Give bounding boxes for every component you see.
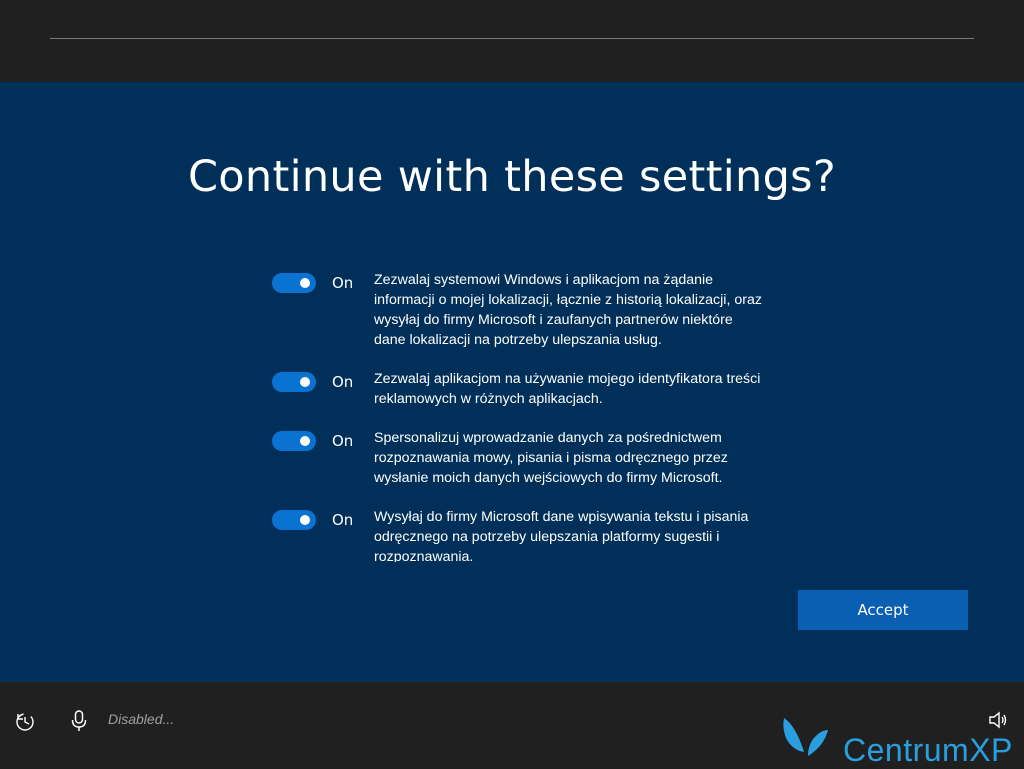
volume-icon[interactable]	[988, 710, 1008, 730]
input-personalization-toggle[interactable]	[272, 431, 316, 451]
typing-data-toggle[interactable]	[272, 510, 316, 530]
setting-description: Zezwalaj systemowi Windows i aplikacjom …	[374, 272, 762, 348]
toggle-state-label: On	[332, 511, 354, 529]
toggle-knob	[300, 377, 310, 387]
toggle-knob	[300, 515, 310, 525]
location-toggle[interactable]	[272, 273, 316, 293]
toggle-state-label: On	[332, 274, 354, 292]
centrumxp-logo-icon	[783, 718, 828, 756]
watermark-text: CentrumXP	[843, 732, 1013, 768]
mic-status-text: Disabled...	[108, 711, 175, 727]
toggle-state-label: On	[332, 432, 354, 450]
setting-description: Spersonalizuj wprowadzanie danych za poś…	[374, 430, 728, 486]
progress-divider	[50, 38, 974, 39]
oobe-settings-panel: Continue with these settings? On Zezwala…	[0, 82, 1024, 682]
setting-description: Zezwalaj aplikacjom na używanie mojego i…	[374, 371, 761, 407]
advertising-id-toggle[interactable]	[272, 372, 316, 392]
ease-of-access-icon[interactable]	[14, 711, 36, 733]
toggle-knob	[300, 436, 310, 446]
settings-list[interactable]: On Zezwalaj systemowi Windows i aplikacj…	[272, 270, 772, 562]
microphone-icon[interactable]	[70, 710, 88, 732]
page-title: Continue with these settings?	[187, 152, 836, 202]
accept-button[interactable]: Accept	[798, 590, 968, 630]
top-bar	[0, 0, 1024, 82]
toggle-knob	[300, 278, 310, 288]
setting-description: Wysyłaj do firmy Microsoft dane wpisywan…	[374, 509, 749, 562]
toggle-state-label: On	[332, 373, 354, 391]
